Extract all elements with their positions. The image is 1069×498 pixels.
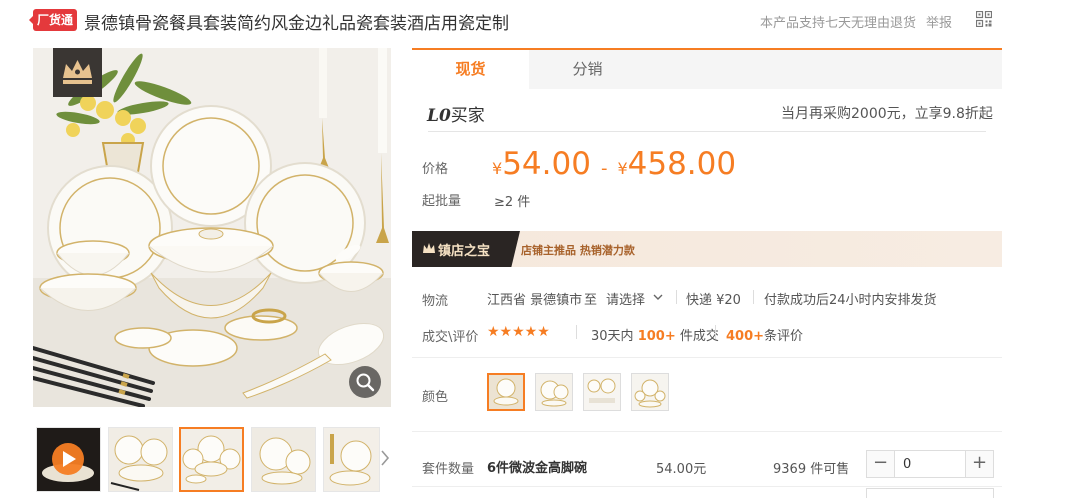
thumbnail-3[interactable] — [179, 427, 244, 492]
price-label: 价格 — [422, 162, 449, 177]
color-swatch-4[interactable] — [631, 373, 669, 411]
sales-summary: 30天内 100+ 件成交 — [591, 325, 719, 344]
product-title: 景德镇骨瓷餐具套装简约风金边礼品瓷套装酒店用瓷定制 — [84, 14, 509, 34]
play-icon — [42, 443, 94, 482]
main-product-image[interactable] — [33, 48, 391, 407]
thumbnail-2-image — [109, 428, 172, 491]
review-suffix: 条评价 — [764, 329, 804, 344]
price-max: 458.00 — [627, 146, 737, 182]
thumbnail-4[interactable] — [251, 427, 316, 492]
variant-label: 套件数量 — [422, 462, 475, 477]
factory-badge: 厂货通 — [29, 9, 77, 31]
chevron-right-icon[interactable] — [378, 448, 392, 468]
thumbnail-strip — [33, 427, 398, 492]
logistics-label: 物流 — [422, 294, 449, 309]
divider — [412, 486, 1002, 487]
zoom-icon[interactable] — [349, 366, 381, 398]
sales-prefix: 30天内 — [591, 329, 634, 344]
moq-label: 起批量 — [422, 194, 462, 209]
divider — [576, 325, 577, 339]
variant-stock: 9369 件可售 — [773, 462, 850, 477]
price-range: ¥54.00- ¥458.00 — [492, 146, 736, 182]
color-swatch-1-image — [489, 375, 523, 409]
divider — [412, 357, 1002, 358]
color-swatch-2-image — [536, 374, 572, 410]
divider — [412, 431, 1002, 432]
decrease-quantity-button[interactable]: − — [867, 451, 895, 477]
price-dash: - — [600, 158, 608, 179]
logistics-origin: 江西省 景德镇市 — [487, 293, 583, 308]
color-swatch-3-image — [584, 374, 620, 410]
destination-select[interactable]: 请选择 — [606, 289, 645, 308]
divider — [715, 325, 716, 339]
buyer-level-title: L0买家 — [427, 101, 485, 126]
thumbnail-video[interactable] — [36, 427, 101, 492]
buyer-level-label: 买家 — [450, 106, 485, 126]
dispatch-time: 付款成功后24小时内安排发货 — [764, 293, 937, 308]
review-summary[interactable]: 400+条评价 — [726, 325, 803, 344]
thumbnail-4-image — [252, 428, 315, 491]
color-swatch-3[interactable] — [583, 373, 621, 411]
reviews-label: 成交\评价 — [422, 330, 479, 345]
tableware-photo — [33, 48, 391, 407]
color-swatch-4-image — [632, 374, 668, 410]
moq-value: ≥2 件 — [494, 195, 531, 210]
return-policy-text: 本产品支持七天无理由退货 — [760, 16, 917, 31]
logistics-to: 至 — [584, 293, 598, 308]
buyer-level-offer: 当月再采购2000元，立享9.8折起 — [781, 106, 993, 122]
variant-name: 6件微波金高脚碗 — [487, 461, 588, 476]
thumbnail-2[interactable] — [108, 427, 173, 492]
currency-symbol: ¥ — [492, 159, 503, 178]
crown-icon — [53, 48, 102, 97]
review-count: 400+ — [726, 329, 765, 344]
quantity-input[interactable] — [895, 451, 965, 477]
crown-icon — [423, 243, 435, 253]
shop-treasure-title: 镇店之宝 — [438, 244, 491, 259]
divider — [428, 131, 986, 132]
increase-quantity-button[interactable]: + — [965, 451, 993, 477]
color-label: 颜色 — [422, 390, 449, 405]
currency-symbol: ¥ — [617, 159, 628, 178]
divider — [676, 290, 677, 304]
variant-price: 54.00元 — [656, 462, 707, 477]
sales-count: 100+ — [637, 329, 676, 344]
divider — [753, 290, 754, 304]
shipping-fee: 快递 ¥20 — [686, 293, 741, 308]
color-swatch-1[interactable] — [487, 373, 525, 411]
tab-distribution[interactable]: 分销 — [529, 50, 646, 89]
chevron-down-icon[interactable] — [653, 292, 663, 302]
sales-suffix: 件成交 — [679, 329, 719, 344]
next-variant-row-stepper — [866, 488, 994, 498]
rating-stars: ★★★★★ — [487, 324, 550, 340]
shop-treasure-banner[interactable]: 镇店之宝 店铺主推品 热销潜力款 — [412, 231, 1002, 267]
color-swatch-2[interactable] — [535, 373, 573, 411]
shop-treasure-tags: 店铺主推品 热销潜力款 — [521, 244, 635, 257]
thumbnail-3-image — [181, 429, 242, 490]
report-link[interactable]: 举报 — [926, 12, 952, 31]
thumbnail-5-image — [324, 428, 379, 491]
buyer-level: L0 — [427, 106, 451, 126]
qr-code-icon[interactable] — [976, 11, 992, 27]
price-min: 54.00 — [502, 146, 591, 182]
purchase-mode-tabs: 现货 分销 — [412, 48, 1002, 89]
tab-spot[interactable]: 现货 — [412, 50, 529, 89]
thumbnail-5[interactable] — [323, 427, 380, 492]
quantity-stepper: − + — [866, 450, 994, 478]
